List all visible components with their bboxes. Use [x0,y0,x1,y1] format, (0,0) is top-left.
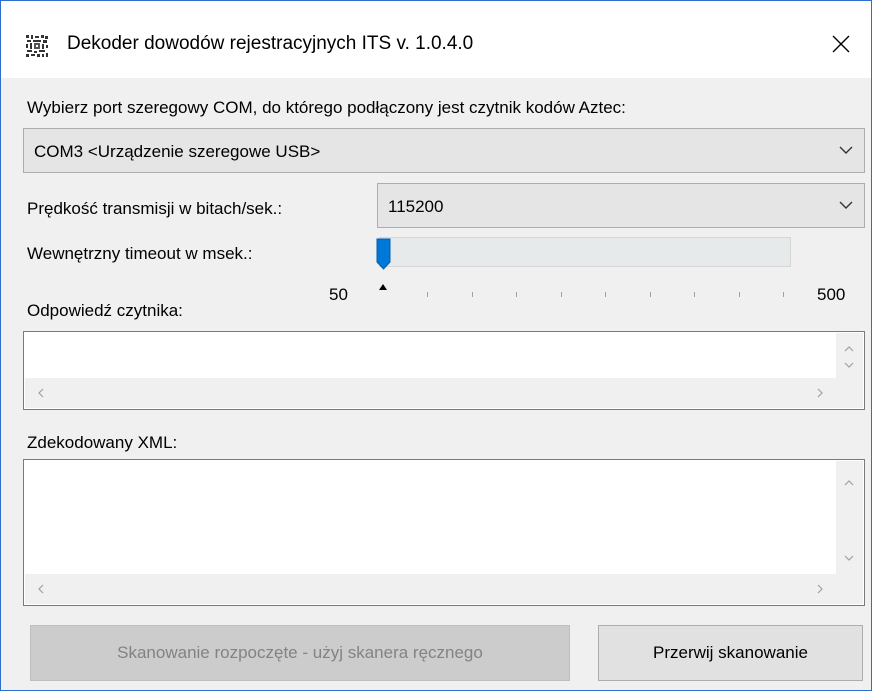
scroll-up-icon[interactable] [843,343,855,355]
reader-response-hscroll[interactable] [25,378,836,408]
close-icon [832,35,850,53]
decoded-xml-vscroll[interactable] [836,461,863,574]
timeout-min-label: 50 [329,285,348,304]
chevron-down-icon [839,146,853,154]
timeout-max-label: 500 [817,285,846,304]
port-select[interactable]: COM3 <Urządzenie szeregowe USB> [23,128,865,173]
slider-tick [471,292,473,297]
scroll-corner [836,378,863,408]
timeout-slider-thumb[interactable] [376,238,391,270]
port-select-value: COM3 <Urządzenie szeregowe USB> [34,142,321,161]
slider-tick [605,292,607,297]
reader-response-textbox[interactable] [23,331,865,410]
reader-response-label: Odpowiedź czytnika: [27,301,183,320]
baud-select-value: 115200 [388,197,444,216]
abort-scan-button[interactable]: Przerwij skanowanie [598,625,863,681]
scroll-down-icon[interactable] [843,552,855,564]
close-button[interactable] [811,19,871,69]
scroll-up-icon[interactable] [843,477,855,489]
scroll-right-icon[interactable] [814,583,826,595]
slider-tick [694,292,696,297]
slider-tick [738,292,740,297]
decoded-xml-label: Zdekodowany XML: [27,433,178,452]
app-window: Dekoder dowodów rejestracyjnych ITS v. 1… [0,0,872,691]
slider-tick [649,292,651,297]
baud-label: Prędkość transmisji w bitach/sek.: [27,199,283,218]
decoded-xml-textbox[interactable] [23,459,865,606]
qr-code-icon [25,34,49,58]
title-bar: Dekoder dowodów rejestracyjnych ITS v. 1… [1,1,871,78]
baud-select[interactable]: 115200 [377,183,865,228]
timeout-slider-track[interactable] [379,237,791,267]
slider-tick [783,292,784,297]
reader-response-vscroll[interactable] [836,333,863,378]
slider-tick [427,292,429,297]
timeout-label: Wewnętrzny timeout w msek.: [27,244,253,263]
slider-tick [516,292,518,297]
slider-tick-marker [379,284,387,290]
scroll-right-icon[interactable] [814,387,826,399]
window-title: Dekoder dowodów rejestracyjnych ITS v. 1… [67,33,474,54]
port-label: Wybierz port szeregowy COM, do którego p… [27,98,626,117]
scroll-corner [836,574,863,604]
scroll-left-icon[interactable] [35,387,47,399]
scroll-left-icon[interactable] [35,583,47,595]
slider-tick [560,292,562,297]
scan-status-button[interactable]: Skanowanie rozpoczęte - użyj skanera ręc… [30,625,570,681]
decoded-xml-hscroll[interactable] [25,574,836,604]
scroll-down-icon[interactable] [843,359,855,371]
chevron-down-icon [839,201,853,209]
